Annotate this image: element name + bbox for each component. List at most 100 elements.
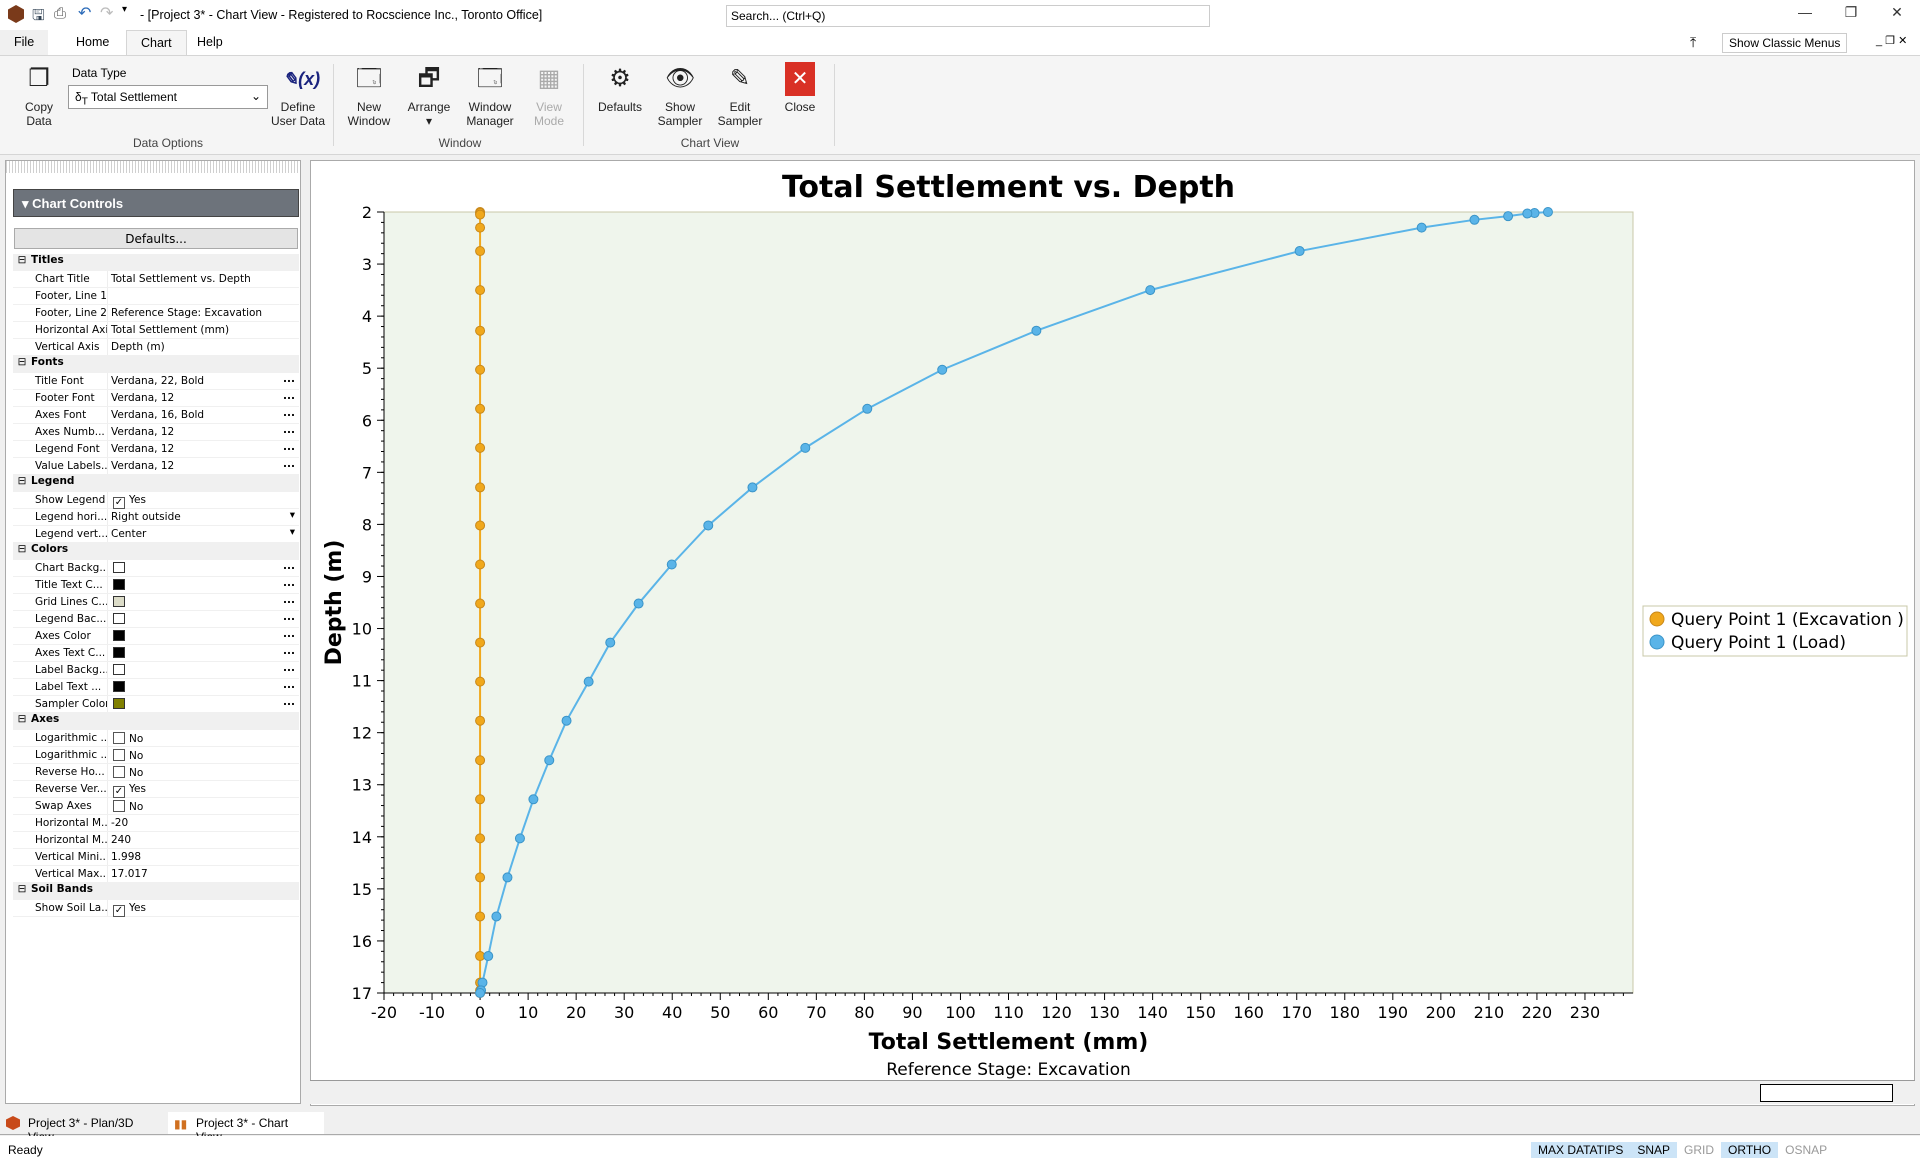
show-classic-menus-toggle[interactable]: Show Classic Menus xyxy=(1722,33,1848,53)
property-value[interactable]: ... xyxy=(108,679,299,695)
property-value[interactable]: ... xyxy=(108,662,299,678)
define-user-data-button[interactable]: ✎(x) Define User Data xyxy=(270,62,326,128)
section-soil-bands[interactable]: ⊟ Soil Bands xyxy=(13,883,299,900)
print-icon[interactable]: ⎙ xyxy=(54,5,66,22)
checkbox[interactable] xyxy=(113,732,125,744)
status-osnap[interactable]: OSNAP xyxy=(1778,1142,1834,1158)
ellipsis-button[interactable]: ... xyxy=(283,696,295,708)
dropdown-arrow-icon[interactable]: ▾ xyxy=(290,526,295,538)
arrange-button[interactable]: 🗗 Arrange ▾ xyxy=(402,62,456,128)
color-swatch[interactable] xyxy=(113,596,125,607)
property-value[interactable]: ... xyxy=(108,696,299,712)
property-row[interactable]: Legend vert... Center ▾ xyxy=(13,526,299,543)
collapse-icon[interactable]: ⊟ xyxy=(13,713,31,729)
property-value[interactable]: No xyxy=(108,747,299,763)
ellipsis-button[interactable]: ... xyxy=(283,628,295,640)
property-value[interactable]: No xyxy=(108,730,299,746)
property-row[interactable]: Legend Font Verdana, 12... xyxy=(13,441,299,458)
property-row[interactable]: Axes Font Verdana, 16, Bold... xyxy=(13,407,299,424)
status-grid[interactable]: GRID xyxy=(1677,1142,1721,1158)
status-max-datatips[interactable]: MAX DATATIPS xyxy=(1531,1142,1631,1158)
property-row[interactable]: Label Text ...... xyxy=(13,679,299,696)
status-ortho[interactable]: ORTHO xyxy=(1721,1142,1779,1158)
property-value[interactable]: 17.017 xyxy=(108,866,299,882)
color-swatch[interactable] xyxy=(113,579,125,590)
panel-defaults-button[interactable]: Defaults... xyxy=(14,228,298,249)
property-row[interactable]: Legend hori... Right outside ▾ xyxy=(13,509,299,526)
property-row[interactable]: Legend Bac...... xyxy=(13,611,299,628)
ellipsis-button[interactable]: ... xyxy=(283,679,295,691)
checkbox[interactable] xyxy=(113,800,125,812)
copy-data-button[interactable]: ❐ Copy Data xyxy=(14,62,64,128)
property-row[interactable]: Vertical Axis Depth (m) xyxy=(13,339,299,356)
property-row[interactable]: Horizontal Axis Total Settlement (mm) xyxy=(13,322,299,339)
property-row[interactable]: Footer, Line 1 xyxy=(13,288,299,305)
checkbox[interactable] xyxy=(113,749,125,761)
close-chart-button[interactable]: ✕ Close xyxy=(772,62,828,114)
ellipsis-button[interactable]: ... xyxy=(283,662,295,674)
tab-home[interactable]: Home xyxy=(62,30,123,56)
close-window-button[interactable]: ✕ xyxy=(1882,4,1912,21)
window-manager-button[interactable]: 🗔 Window Manager xyxy=(460,62,520,128)
section-titles[interactable]: ⊟ Titles xyxy=(13,254,299,271)
section-legend[interactable]: ⊟ Legend xyxy=(13,475,299,492)
color-swatch[interactable] xyxy=(113,613,125,624)
property-row[interactable]: Value Labels... Verdana, 12... xyxy=(13,458,299,475)
collapse-ribbon-icon[interactable]: ⤒ xyxy=(1690,34,1696,51)
property-value[interactable]: ... xyxy=(108,577,299,593)
property-row[interactable]: Chart Title Total Settlement vs. Depth xyxy=(13,271,299,288)
mdi-controls[interactable]: _ ❐ ✕ xyxy=(1876,34,1907,47)
chart-controls-header[interactable]: ▾ Chart Controls xyxy=(13,189,299,217)
color-swatch[interactable] xyxy=(113,664,125,675)
ellipsis-button[interactable]: ... xyxy=(283,577,295,589)
property-value[interactable]: Center ▾ xyxy=(108,526,299,542)
property-row[interactable]: Title Text C...... xyxy=(13,577,299,594)
tab-chart[interactable]: Chart xyxy=(126,30,187,56)
chart[interactable]: Total Settlement vs. Depth -20 -10 0 10 20 30 4… xyxy=(311,161,1916,1080)
ellipsis-button[interactable]: ... xyxy=(283,645,295,657)
ellipsis-button[interactable]: ... xyxy=(283,424,295,436)
property-value[interactable]: Verdana, 12... xyxy=(108,441,299,457)
property-value[interactable]: No xyxy=(108,764,299,780)
ellipsis-button[interactable]: ... xyxy=(283,441,295,453)
property-row[interactable]: Vertical Mini... 1.998 xyxy=(13,849,299,866)
color-swatch[interactable] xyxy=(113,647,125,658)
property-row[interactable]: Sampler Color... xyxy=(13,696,299,713)
undo-icon[interactable]: ↶ xyxy=(78,3,91,23)
dropdown-arrow-icon[interactable]: ▾ xyxy=(290,509,295,521)
property-value[interactable] xyxy=(108,288,299,304)
property-row[interactable]: Show Legend ✓ Yes xyxy=(13,492,299,509)
show-sampler-button[interactable]: 👁 Show Sampler xyxy=(652,62,708,128)
save-icon[interactable]: 🖫 xyxy=(32,5,45,30)
property-row[interactable]: Footer Font Verdana, 12... xyxy=(13,390,299,407)
property-value[interactable]: Total Settlement (mm) xyxy=(108,322,299,338)
property-value[interactable]: -20 xyxy=(108,815,299,831)
property-value[interactable]: Reference Stage: Excavation xyxy=(108,305,299,321)
ellipsis-button[interactable]: ... xyxy=(283,611,295,623)
property-value[interactable]: No xyxy=(108,798,299,814)
property-row[interactable]: Logarithmic ... No xyxy=(13,730,299,747)
ellipsis-button[interactable]: ... xyxy=(283,594,295,606)
ellipsis-button[interactable]: ... xyxy=(283,560,295,572)
color-swatch[interactable] xyxy=(113,630,125,641)
property-value[interactable]: ... xyxy=(108,611,299,627)
color-swatch[interactable] xyxy=(113,681,125,692)
ellipsis-button[interactable]: ... xyxy=(283,407,295,419)
collapse-icon[interactable]: ⊟ xyxy=(13,356,31,372)
property-row[interactable]: Footer, Line 2 Reference Stage: Excavatio… xyxy=(13,305,299,322)
property-row[interactable]: Horizontal M... -20 xyxy=(13,815,299,832)
checkbox[interactable]: ✓ xyxy=(113,497,125,509)
property-row[interactable]: Axes Numb... Verdana, 12... xyxy=(13,424,299,441)
data-type-select[interactable]: δT Total Settlement ⌄ xyxy=(68,85,268,109)
ellipsis-button[interactable]: ... xyxy=(283,390,295,402)
collapse-icon[interactable]: ⊟ xyxy=(13,543,31,559)
section-fonts[interactable]: ⊟ Fonts xyxy=(13,356,299,373)
property-value[interactable]: Verdana, 16, Bold... xyxy=(108,407,299,423)
property-value[interactable]: ✓ Yes xyxy=(108,900,299,917)
checkbox[interactable] xyxy=(113,766,125,778)
property-value[interactable]: ... xyxy=(108,628,299,644)
tab-chart-view[interactable]: ▮▮Project 3* - Chart View xyxy=(168,1112,324,1144)
property-row[interactable]: Logarithmic ... No xyxy=(13,747,299,764)
property-value[interactable]: 1.998 xyxy=(108,849,299,865)
panel-grip[interactable] xyxy=(6,161,300,173)
